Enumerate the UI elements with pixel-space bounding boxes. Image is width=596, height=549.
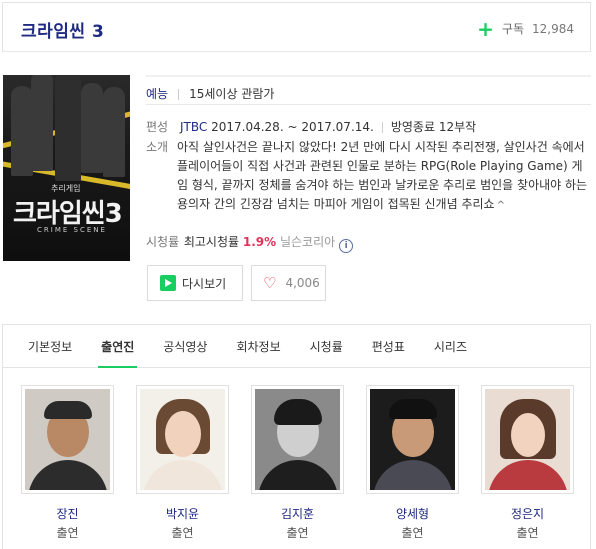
poster-figure (103, 87, 125, 177)
cast-item[interactable]: 박지윤 출연 (136, 385, 229, 541)
cast-list: 장진 출연 박지윤 출연 김지훈 출연 양세형 출연 정은지 출연 (2, 368, 591, 549)
tab-basic-info[interactable]: 기본정보 (28, 325, 72, 367)
poster-figure (81, 83, 103, 173)
heart-icon: ♡ (263, 274, 277, 292)
replay-label: 다시보기 (182, 276, 227, 291)
intro-description: 아직 살인사건은 끝나지 않았다! 2년 만에 다시 시작된 추리전쟁, 살인사… (177, 138, 592, 215)
cast-role: 출연 (286, 526, 309, 540)
intro-text: 아직 살인사건은 끝나지 않았다! 2년 만에 다시 시작된 추리전쟁, 살인사… (177, 140, 588, 211)
tab-official-video[interactable]: 공식영상 (163, 325, 207, 367)
ratings-row: 시청률 최고시청률 1.9% 닐슨코리아 i (146, 233, 354, 253)
cast-item[interactable]: 양세형 출연 (366, 385, 459, 541)
cast-name[interactable]: 박지윤 (136, 505, 229, 522)
cast-name[interactable]: 양세형 (366, 505, 459, 522)
ratings-label: 시청률 (146, 235, 180, 249)
cast-name[interactable]: 정은지 (481, 505, 574, 522)
genre-link[interactable]: 예능 (146, 87, 168, 101)
ratings-source: 닐슨코리아 (279, 235, 336, 249)
poster-subtitle: CRIME SCENE (37, 226, 107, 234)
expand-caret-icon[interactable]: ^ (497, 200, 505, 211)
subscribe-count: 12,984 (532, 21, 574, 36)
broadcast-status: 방영종료 12부작 (390, 120, 477, 134)
ratings-value: 1.9% (242, 235, 277, 249)
cast-role: 출연 (56, 526, 79, 540)
divider (178, 89, 180, 100)
poster-figure (11, 86, 33, 176)
tab-episodes[interactable]: 회차정보 (236, 325, 280, 367)
channel-link[interactable]: JTBC (180, 120, 207, 134)
tab-bar: 기본정보 출연진 공식영상 회차정보 시청률 편성표 시리즈 (2, 324, 591, 368)
age-rating: 15세이상 관람가 (189, 87, 275, 101)
cast-name[interactable]: 김지훈 (251, 505, 344, 522)
plus-icon: + (477, 16, 494, 41)
intro-label-row: 소개 (146, 138, 180, 156)
cast-photo[interactable] (366, 385, 459, 494)
cast-role: 출연 (516, 526, 539, 540)
tab-schedule[interactable]: 편성표 (372, 325, 405, 367)
divider (381, 122, 383, 133)
subscribe-label: 구독 (501, 22, 524, 36)
show-poster[interactable]: 추리게임 크라임씬3 CRIME SCENE (3, 75, 130, 261)
header-bar: 크라임씬 3 + 구독 12,984 (2, 2, 591, 52)
broadcast-period: 2017.04.28. ~ 2017.07.14. (211, 120, 374, 134)
cast-photo[interactable] (136, 385, 229, 494)
ratings-prefix: 최고시청률 (183, 235, 240, 249)
cast-role: 출연 (171, 526, 194, 540)
show-info: 예능 15세이상 관람가 편성 JTBC 2017.04.28. ~ 2017.07… (146, 75, 591, 253)
like-button[interactable]: ♡ 4,006 (251, 265, 326, 301)
schedule-label: 편성 (146, 120, 169, 134)
play-icon (160, 275, 176, 291)
tab-series[interactable]: 시리즈 (434, 325, 467, 367)
subscribe-button[interactable]: + 구독 12,984 (477, 16, 574, 41)
replay-button[interactable]: 다시보기 (147, 265, 243, 301)
cast-photo[interactable] (481, 385, 574, 494)
like-count: 4,006 (285, 276, 320, 290)
cast-photo[interactable] (21, 385, 114, 494)
intro-label: 소개 (146, 140, 169, 154)
cast-item[interactable]: 장진 출연 (21, 385, 114, 541)
cast-item[interactable]: 정은지 출연 (481, 385, 574, 541)
poster-figure (31, 75, 53, 171)
genre-row: 예능 15세이상 관람가 (146, 75, 591, 105)
poster-title: 크라임씬3 (13, 199, 123, 229)
tab-cast[interactable]: 출연진 (98, 325, 138, 368)
poster-figure (55, 75, 81, 181)
cast-name[interactable]: 장진 (21, 505, 114, 522)
cast-role: 출연 (401, 526, 424, 540)
tab-ratings[interactable]: 시청률 (310, 325, 343, 367)
cast-item[interactable]: 김지훈 출연 (251, 385, 344, 541)
info-icon[interactable]: i (339, 239, 354, 253)
cast-photo[interactable] (251, 385, 344, 494)
page-title[interactable]: 크라임씬 3 (21, 17, 104, 42)
schedule-row: 편성 JTBC 2017.04.28. ~ 2017.07.14. 방영종료 12부… (146, 118, 476, 136)
